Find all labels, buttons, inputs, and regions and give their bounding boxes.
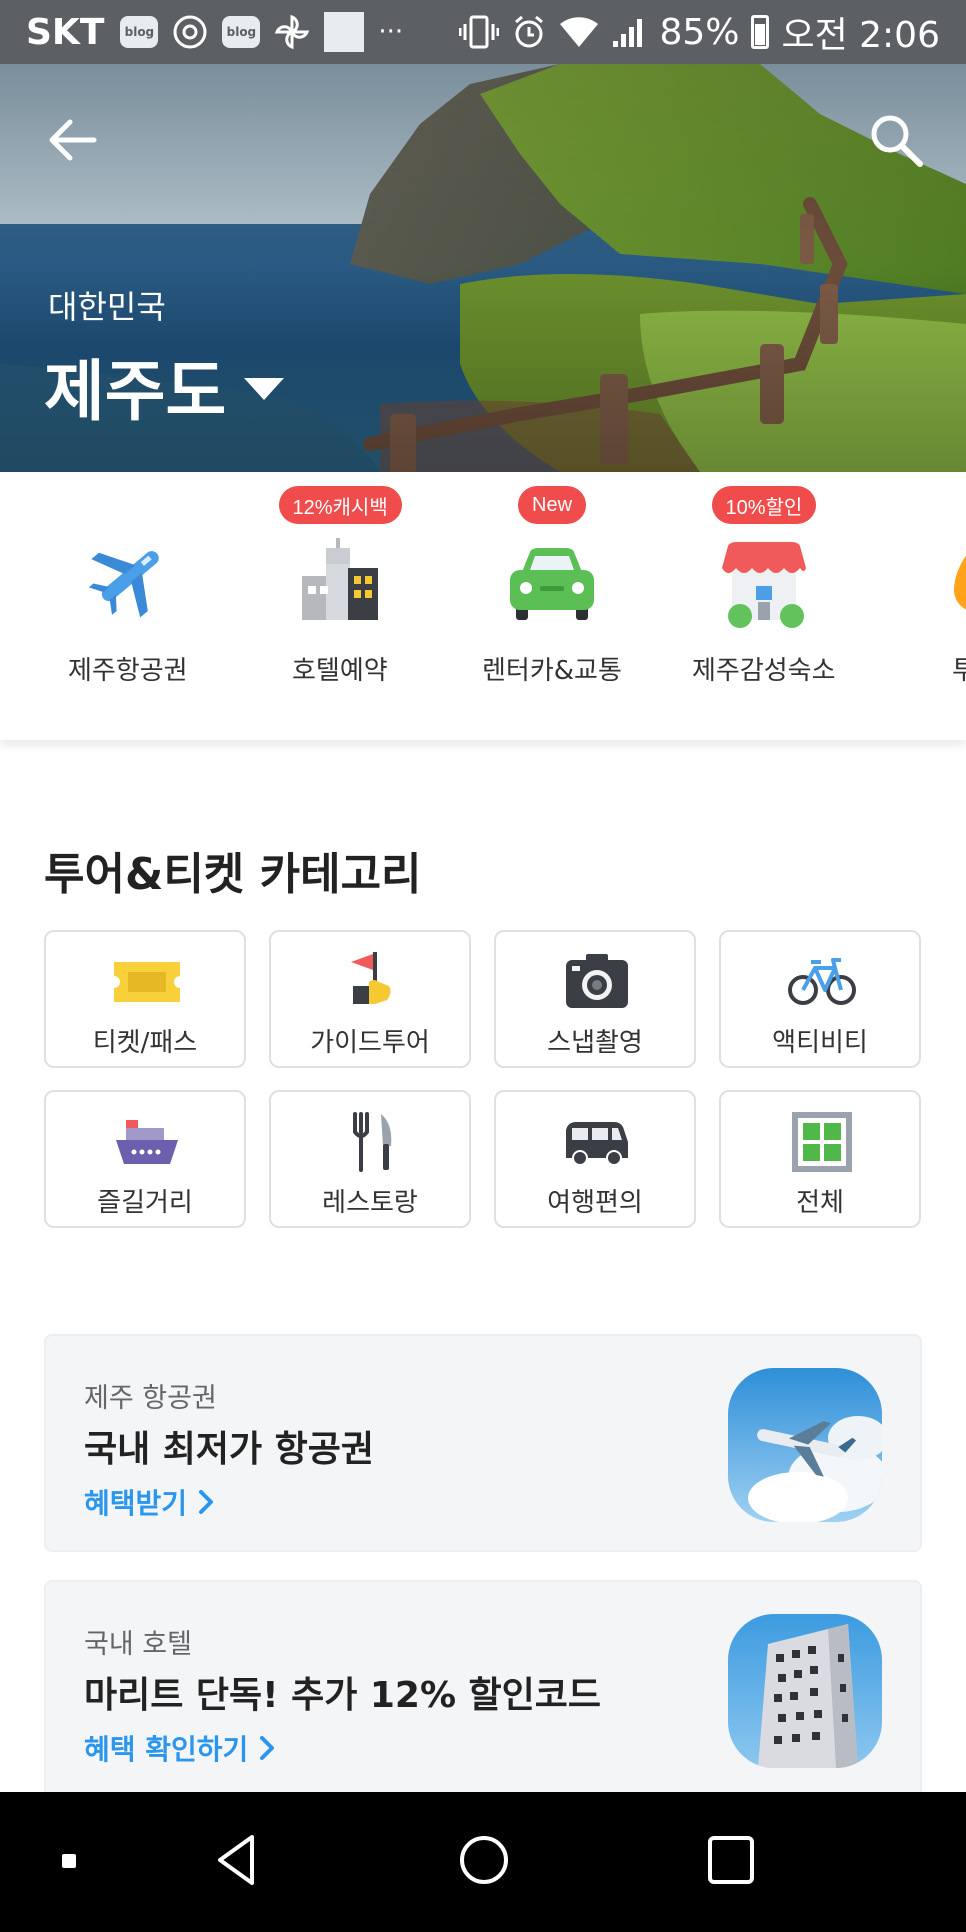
fork-knife-icon (353, 1112, 392, 1172)
tile-label: 스냅촬영 (547, 1028, 643, 1058)
tile-label: 여행편의 (547, 1188, 643, 1218)
new-badge: New (518, 486, 587, 524)
house-icon (722, 542, 806, 628)
country-label: 대한민국 (48, 289, 166, 325)
quick-item-rentcar[interactable]: New 렌터카&교통 (446, 472, 658, 740)
tile-label: 전체 (796, 1188, 844, 1218)
quick-item-flight[interactable]: 제주항공권 (22, 472, 234, 740)
airplane-sky-image (728, 1368, 882, 1522)
tile-label: 액티비티 (772, 1028, 868, 1058)
vibrate-icon (459, 15, 500, 49)
cashback-badge: 12%캐시백 (278, 486, 402, 524)
promo-card-flight[interactable]: 제주 항공권 국내 최저가 항공권 혜택받기 (44, 1334, 922, 1552)
quick-item-stay[interactable]: 10%할인 제주감성숙소 (658, 472, 870, 740)
promo-title: 마리트 단독! 추가 12% 할인코드 (84, 1675, 602, 1716)
section-title: 투어&티켓 카테고리 (44, 849, 422, 900)
nav-home-icon[interactable] (456, 1832, 512, 1888)
tile-label: 레스토랑 (322, 1188, 418, 1218)
chrome-notification-icon (172, 14, 208, 50)
hotel-building-icon (302, 538, 378, 620)
promo-card-hotel[interactable]: 국내 호텔 마리트 단독! 추가 12% 할인코드 혜택 확인하기 (44, 1580, 922, 1798)
blog-notification-icon: blog (222, 16, 261, 48)
bicycle-icon (788, 958, 856, 1005)
promo-link-label: 혜택 확인하기 (84, 1733, 249, 1766)
promo-subtitle: 제주 항공권 (84, 1383, 217, 1414)
nav-dot-icon (62, 1854, 76, 1868)
region-name: 제주도 (44, 353, 227, 430)
nav-back-icon[interactable] (212, 1832, 260, 1888)
quick-item-label: 투어 (952, 656, 966, 686)
ticket-icon (114, 962, 180, 1002)
region-selector[interactable]: 제주도 (44, 338, 285, 434)
chevron-right-icon (260, 1736, 275, 1760)
promo-link[interactable]: 혜택받기 (84, 1482, 215, 1522)
tile-restaurant[interactable]: 레스토랑 (269, 1090, 471, 1228)
tile-snap-photo[interactable]: 스냅촬영 (494, 930, 696, 1068)
nav-recents-icon[interactable] (706, 1832, 756, 1888)
hero-banner: 대한민국 제주도 (0, 64, 966, 472)
quick-item-label: 호텔예약 (292, 656, 388, 686)
promo-subtitle: 국내 호텔 (84, 1629, 192, 1660)
back-arrow-icon[interactable] (44, 110, 104, 170)
battery-percent: 85% (659, 11, 740, 53)
caret-down-icon (244, 378, 285, 400)
tile-guide-tour[interactable]: 가이드투어 (269, 930, 471, 1068)
alarm-icon (515, 15, 544, 48)
tile-all[interactable]: 전체 (719, 1090, 921, 1228)
quick-item-tour[interactable]: 투어 (870, 472, 966, 740)
tile-label: 가이드투어 (310, 1028, 430, 1058)
tile-label: 티켓/패스 (92, 1028, 198, 1058)
hotel-building-image (728, 1614, 882, 1768)
promo-link[interactable]: 혜택 확인하기 (84, 1728, 276, 1768)
clock: 오전 2:06 (781, 15, 940, 56)
tile-entertainment[interactable]: 즐길거리 (44, 1090, 246, 1228)
battery-icon (751, 15, 770, 49)
pinwheel-icon (274, 14, 310, 50)
quick-item-label: 제주항공권 (68, 656, 188, 686)
chevron-right-icon (199, 1490, 214, 1514)
flag-guide-icon (351, 952, 391, 1004)
quick-category-row: 제주항공권 12%캐시백 호텔예약 New 렌터카&교통 10%할인 제주감성숙… (0, 472, 966, 740)
tile-activity[interactable]: 액티비티 (719, 930, 921, 1068)
tile-label: 즐길거리 (97, 1188, 193, 1218)
tile-ticket-pass[interactable]: 티켓/패스 (44, 930, 246, 1068)
more-notifications-icon: ··· (378, 17, 404, 47)
signal-icon (613, 19, 643, 47)
promo-link-label: 혜택받기 (84, 1487, 188, 1520)
wifi-icon (560, 17, 599, 47)
discount-badge: 10%할인 (711, 486, 817, 524)
search-icon[interactable] (864, 108, 928, 172)
grid-icon (792, 1112, 852, 1172)
promo-title: 국내 최저가 항공권 (84, 1429, 375, 1470)
tile-travel-convenience[interactable]: 여행편의 (494, 1090, 696, 1228)
airplane-icon (88, 551, 159, 618)
image-notification-icon (324, 12, 365, 52)
camera-icon (566, 954, 628, 1008)
quick-item-label: 제주감성숙소 (692, 656, 836, 686)
carrier-label: SKT (26, 11, 105, 53)
quick-item-hotel[interactable]: 12%캐시백 호텔예약 (234, 472, 446, 740)
van-icon (566, 1122, 628, 1166)
car-icon (510, 548, 594, 620)
tour-icon (954, 555, 966, 610)
quick-item-label: 렌터카&교통 (482, 656, 622, 686)
ship-icon (116, 1120, 178, 1164)
status-bar: SKT blog blog ··· 85% 오전 2:06 (0, 0, 966, 64)
blog-notification-icon: blog (120, 16, 159, 48)
android-nav-bar (0, 1792, 966, 1932)
